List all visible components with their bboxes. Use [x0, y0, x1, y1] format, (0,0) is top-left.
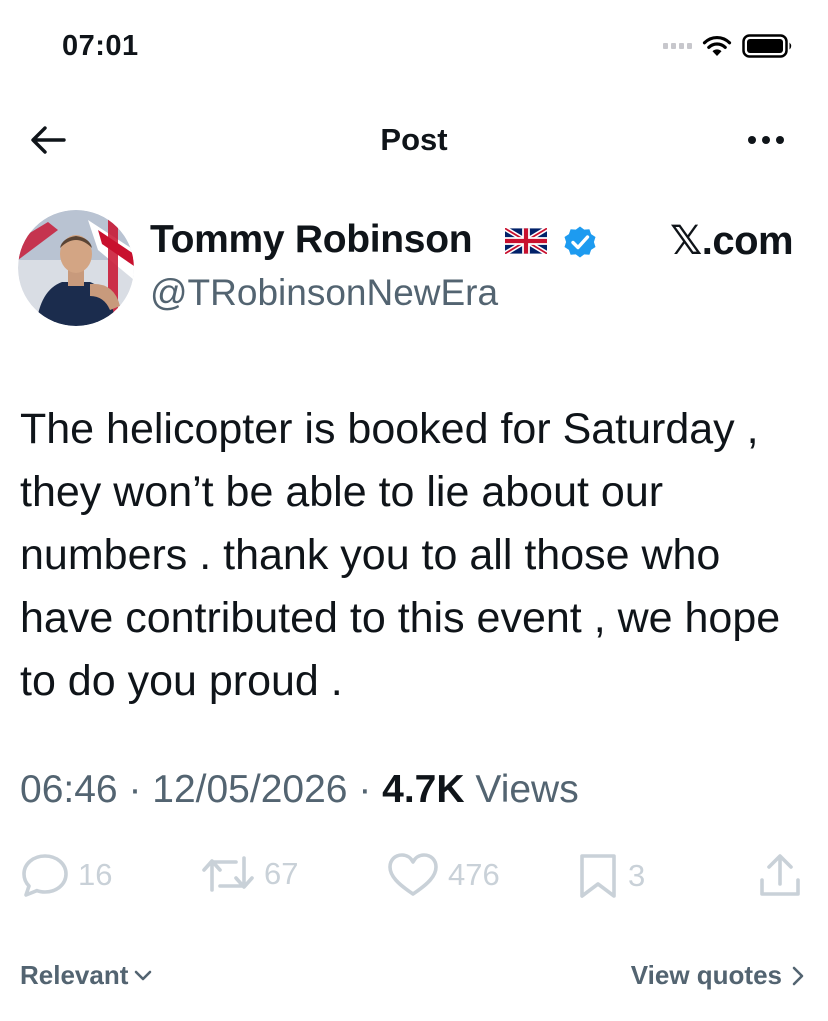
views-label: Views: [475, 768, 579, 811]
repost-icon: [202, 856, 254, 892]
sort-label: Relevant: [20, 960, 129, 990]
repost-button[interactable]: 67: [200, 852, 298, 896]
reply-button[interactable]: 16: [20, 852, 112, 898]
bookmark-icon: [580, 854, 616, 898]
chevron-down-icon: [135, 970, 152, 980]
battery-icon: [742, 34, 792, 58]
post-time: 06:46: [20, 768, 118, 811]
uk-flag-icon: [505, 228, 547, 254]
more-options-icon[interactable]: [746, 128, 786, 152]
repost-count: 67: [264, 856, 299, 891]
wifi-icon: [702, 35, 732, 56]
verified-badge-icon: [564, 226, 596, 258]
bookmark-count: 3: [628, 858, 646, 893]
sort-dropdown[interactable]: Relevant: [20, 960, 152, 991]
chevron-right-icon: [792, 966, 804, 985]
meta-separator: ·: [347, 768, 383, 811]
share-button[interactable]: [756, 852, 804, 900]
like-button[interactable]: 476: [386, 852, 500, 898]
reply-count: 16: [78, 857, 113, 892]
bookmark-button[interactable]: 3: [576, 852, 645, 900]
view-quotes-link[interactable]: View quotes: [631, 960, 804, 991]
status-indicators: [663, 34, 794, 58]
signal-icon: [663, 43, 692, 49]
meta-separator: ·: [117, 768, 153, 811]
like-count: 476: [448, 857, 500, 892]
status-time: 07:01: [62, 30, 139, 62]
post-date: 12/05/2026: [152, 768, 348, 811]
post-text: The helicopter is booked for Saturday , …: [20, 405, 781, 705]
views-count: 4.7K: [382, 768, 465, 811]
author-name[interactable]: Tommy Robinson: [150, 218, 473, 262]
heart-icon: [388, 853, 438, 896]
author-handle[interactable]: @TRobinsonNewEra: [150, 272, 498, 314]
reply-icon: [22, 854, 68, 897]
post-meta: 06:46 · 12/05/2026 · 4.7K Views: [20, 768, 579, 812]
view-quotes-label: View quotes: [630, 960, 782, 990]
page-title: Post: [380, 122, 448, 157]
avatar[interactable]: [18, 210, 134, 326]
source-label: 𝕏.com: [670, 219, 794, 263]
share-icon: [760, 854, 800, 896]
